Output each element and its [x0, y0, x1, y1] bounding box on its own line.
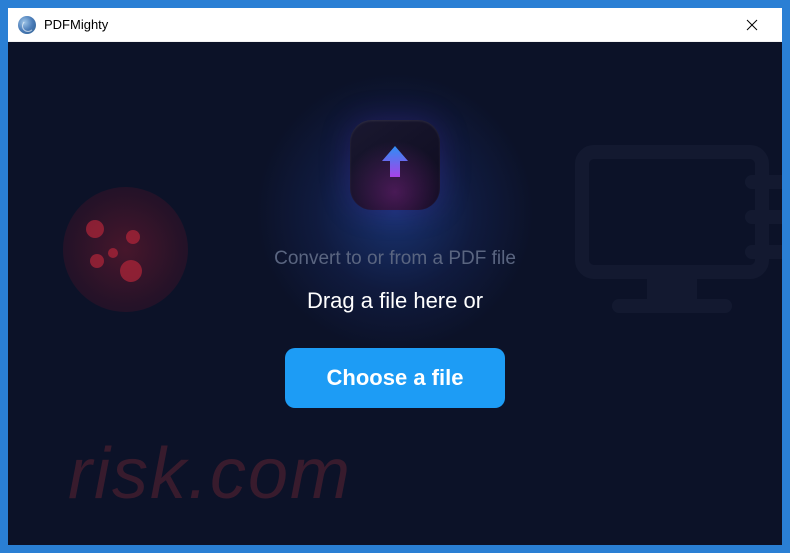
window-title: PDFMighty — [44, 17, 108, 32]
drag-instruction-text: Drag a file here or — [307, 288, 483, 314]
decorative-dot — [108, 248, 118, 258]
close-button[interactable] — [732, 8, 772, 41]
decorative-circle — [63, 187, 188, 312]
upload-arrow-icon — [374, 141, 416, 188]
close-icon — [746, 19, 758, 31]
app-window: PDFMighty risk.com — [8, 8, 782, 545]
main-content[interactable]: risk.com Convert to or from a PDF file — [8, 42, 782, 545]
choose-file-button[interactable]: Choose a file — [285, 348, 506, 408]
watermark-pc-icon — [552, 132, 782, 337]
decorative-dot — [120, 260, 142, 282]
decorative-dot — [86, 220, 104, 238]
decorative-dot — [126, 230, 140, 244]
upload-icon-box — [350, 120, 440, 210]
watermark-text: risk.com — [68, 433, 352, 515]
app-logo-icon — [18, 16, 36, 34]
decorative-dot — [90, 254, 104, 268]
titlebar: PDFMighty — [8, 8, 782, 42]
subtitle-text: Convert to or from a PDF file — [274, 248, 516, 270]
